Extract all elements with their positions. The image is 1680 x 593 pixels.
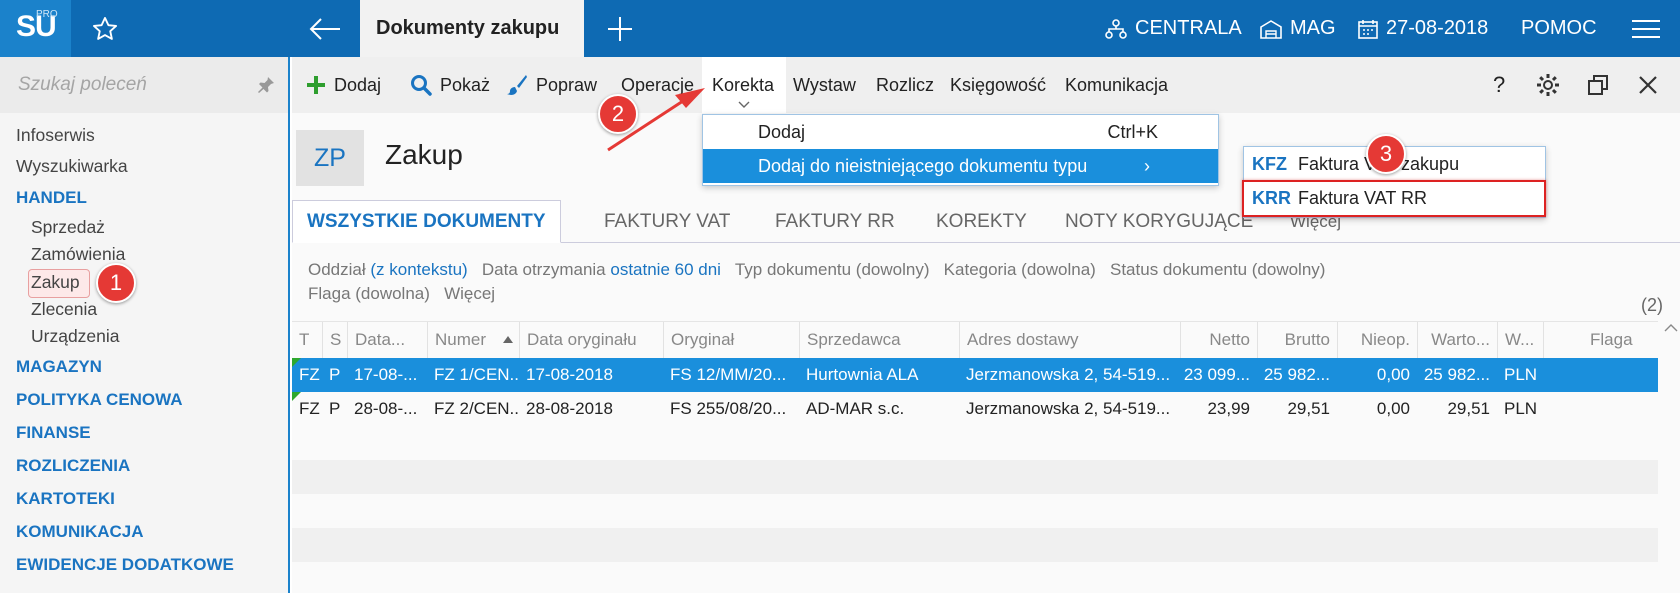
callout-badge-2: 2: [598, 94, 638, 134]
annotation-overlay: [607, 88, 705, 152]
callout-badge-1: 1: [96, 263, 136, 303]
callout-badge-3: 3: [1366, 134, 1406, 174]
